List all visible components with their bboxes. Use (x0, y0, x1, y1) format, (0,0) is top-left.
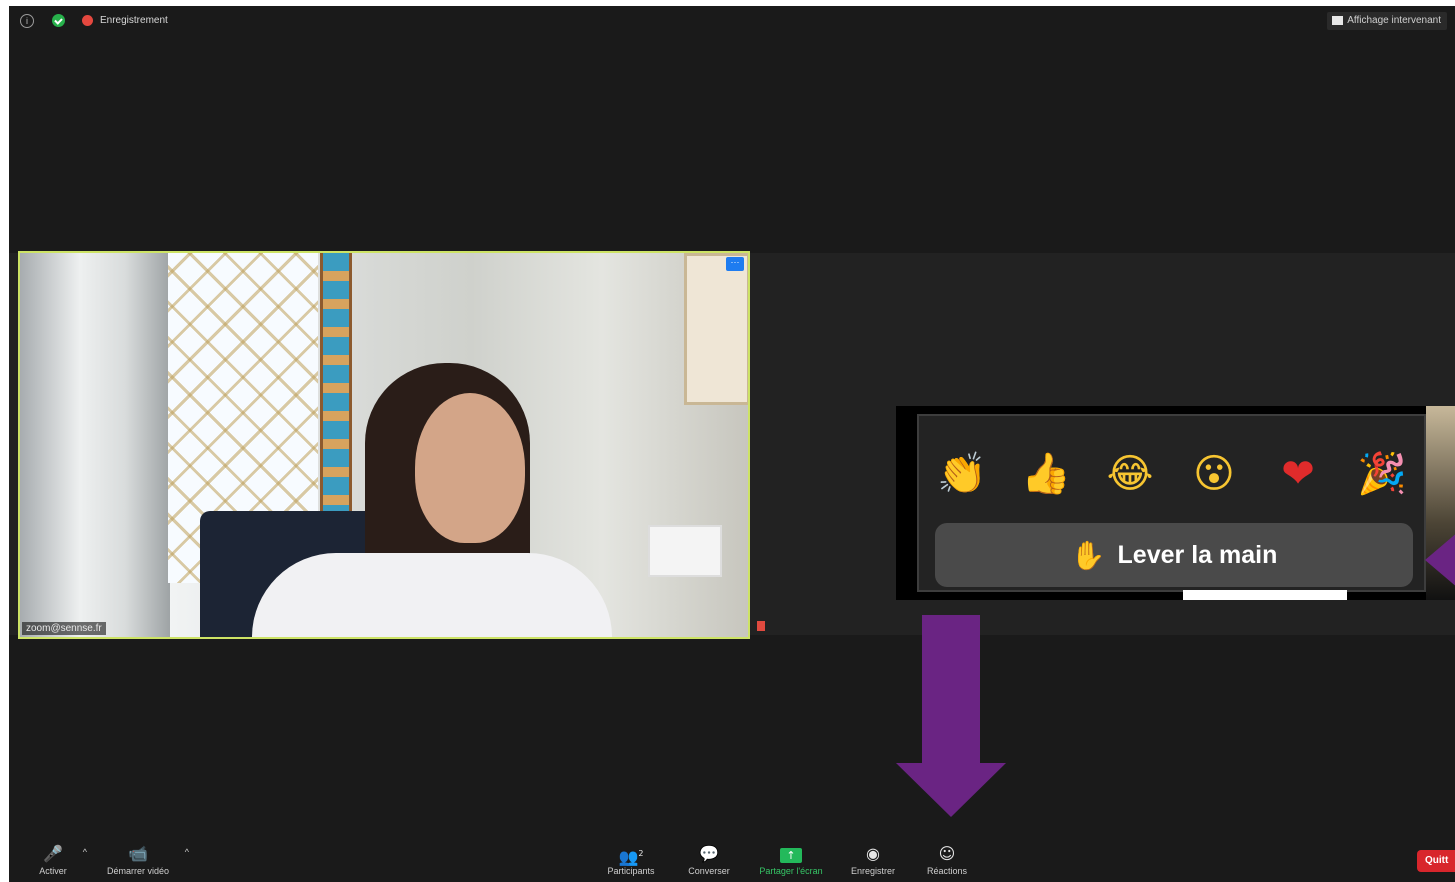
microphone-off-icon: 🎤 (43, 844, 63, 863)
participant-video-tile[interactable]: zoom@sennse.fr ··· (18, 251, 750, 639)
encryption-shield-icon[interactable] (52, 14, 65, 27)
participant-body (252, 553, 612, 637)
participant-face (415, 393, 525, 543)
unmute-label: Activer (39, 866, 67, 876)
info-icon[interactable]: i (20, 14, 34, 28)
video-off-icon: 📹 (128, 844, 148, 863)
share-screen-button[interactable]: ↑ Partager l'écran (751, 844, 831, 882)
annotation-arrow-left (1425, 526, 1455, 594)
party-emoji-icon[interactable]: 🎉 (1357, 449, 1407, 499)
recording-label: Enregistrement (100, 15, 168, 26)
video-background-stained-glass (320, 253, 352, 513)
emoji-reactions-row: 👏 👍 😂 😮 ❤ 🎉 (937, 448, 1407, 500)
share-screen-icon: ↑ (780, 848, 802, 863)
participants-button[interactable]: 👥2 Participants (599, 844, 663, 882)
video-background-frame (684, 253, 748, 405)
tears-of-joy-emoji-icon[interactable]: 😂 (1105, 449, 1155, 499)
chat-icon: 💬 (699, 844, 719, 863)
speaker-view-label: Affichage intervenant (1347, 15, 1441, 26)
record-icon: ◉ (866, 844, 880, 863)
tile-more-options-button[interactable]: ··· (726, 257, 744, 271)
video-background-curtain (20, 253, 170, 637)
view-grid-icon (1332, 16, 1344, 25)
participants-icon-wrap: 👥2 (599, 844, 663, 867)
speaker-view-button[interactable]: Affichage intervenant (1327, 12, 1447, 30)
annotation-arrow-down-shaft (922, 615, 980, 765)
recording-dot-icon (82, 15, 93, 26)
record-label: Enregistrer (850, 866, 895, 876)
share-screen-label: Partager l'écran (759, 866, 823, 876)
unmute-button[interactable]: 🎤 Activer ^ (31, 844, 87, 882)
surprised-emoji-icon[interactable]: 😮 (1189, 449, 1239, 499)
reactions-popup-screenshot: 👏 👍 😂 😮 ❤ 🎉 ✋ Lever la main (896, 406, 1455, 600)
annotation-arrow-down-head (896, 763, 1006, 817)
clap-emoji-icon[interactable]: 👏 (937, 449, 987, 499)
participants-count: 2 (638, 849, 644, 858)
share-screen-icon-wrap: ↑ (751, 844, 831, 864)
record-button[interactable]: ◉ Enregistrer (845, 844, 901, 882)
reactions-icon: ☺ (938, 844, 956, 863)
quit-meeting-button[interactable]: Quitt (1417, 850, 1455, 872)
participants-icon: 👥 (618, 847, 639, 867)
heart-emoji-icon[interactable]: ❤ (1273, 449, 1323, 499)
raised-hand-icon: ✋ (1070, 538, 1106, 572)
tooltip-fragment (1183, 590, 1347, 600)
video-background-monitor (648, 525, 722, 577)
reactions-button[interactable]: ☺ Réactions (921, 844, 973, 882)
zoom-meeting-window: i Enregistrement Affichage intervenant z… (9, 6, 1455, 882)
raise-hand-button[interactable]: ✋ Lever la main (935, 523, 1413, 587)
meeting-toolbar: 🎤 Activer ^ 📹 Démarrer vidéo ^ 👥2 Partic… (9, 834, 1455, 882)
chat-button[interactable]: 💬 Converser (683, 844, 735, 882)
chat-label: Converser (688, 866, 730, 876)
reactions-popup: 👏 👍 😂 😮 ❤ 🎉 ✋ Lever la main (917, 414, 1426, 592)
participants-label: Participants (607, 866, 655, 876)
chevron-up-icon[interactable]: ^ (83, 847, 87, 857)
start-video-button[interactable]: 📹 Démarrer vidéo ^ (99, 844, 189, 882)
muted-indicator-icon (757, 621, 765, 631)
start-video-label: Démarrer vidéo (106, 866, 170, 876)
reactions-label: Réactions (926, 866, 968, 876)
chevron-up-icon[interactable]: ^ (185, 847, 189, 857)
top-status-bar: i Enregistrement Affichage intervenant (9, 6, 1455, 36)
thumbs-up-emoji-icon[interactable]: 👍 (1021, 449, 1071, 499)
participant-name-label: zoom@sennse.fr (22, 622, 106, 635)
raise-hand-label: Lever la main (1117, 540, 1278, 569)
